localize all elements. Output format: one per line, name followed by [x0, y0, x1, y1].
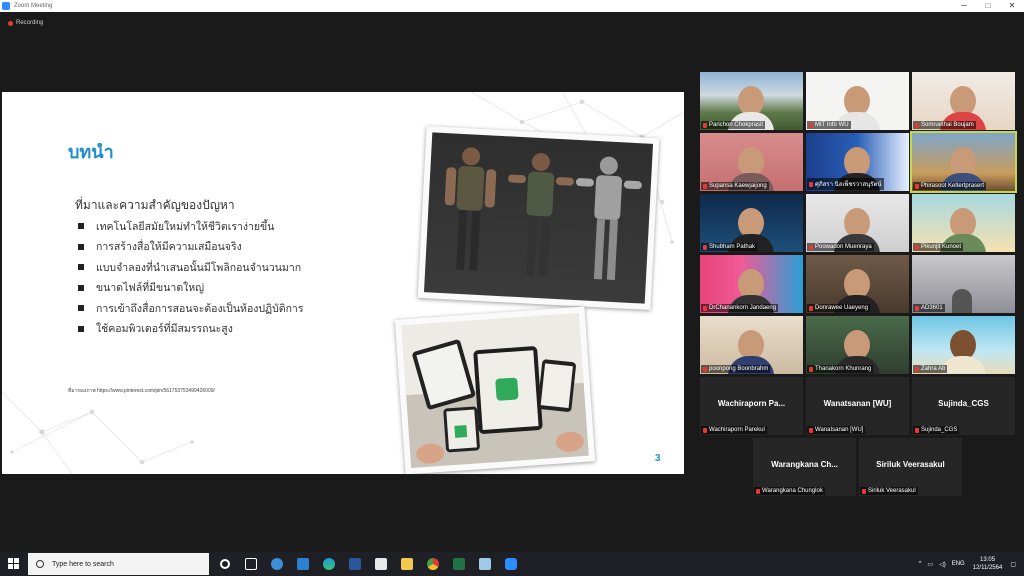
video-tile[interactable]: Parichon Chokprasit — [700, 72, 803, 130]
mic-muted-icon — [809, 181, 813, 187]
slide-subtitle: ที่มาและความสำคัญของปัญหา — [75, 198, 235, 212]
volume-icon[interactable]: ◁) — [939, 561, 946, 568]
video-tile[interactable]: Somruethai Boujam — [912, 72, 1015, 130]
clock-time: 13:05 — [980, 557, 996, 563]
list-item: ขนาดไฟล์ที่มีขนาดใหญ่ — [78, 278, 303, 299]
notification-icon[interactable]: ▢ — [1010, 561, 1016, 568]
video-tile[interactable]: poonpong Boonbrahm — [700, 316, 803, 374]
mic-muted-icon — [915, 305, 919, 311]
list-item: เทคโนโลยีสมัยใหม่ทำให้ชีวิตเราง่ายขึ้น — [78, 216, 303, 237]
window-titlebar: Zoom Meeting ─ □ ✕ — [0, 0, 1024, 12]
video-tile[interactable]: Pikunjit Kunoet — [912, 194, 1015, 252]
minimize-icon[interactable]: ─ — [952, 0, 976, 12]
ar-furniture-image — [394, 306, 596, 474]
list-item: ใช้คอมพิวเตอร์ที่มีสมรรถนะสูง — [78, 319, 303, 340]
mic-muted-icon — [915, 183, 919, 189]
mic-muted-icon — [703, 244, 707, 250]
mic-muted-icon — [703, 366, 707, 372]
video-tile[interactable]: DrChanankorn Jandaeng — [700, 255, 803, 313]
mic-muted-icon — [915, 122, 919, 128]
clock-date: 12/11/2564 — [972, 565, 1003, 571]
chrome-icon[interactable] — [420, 552, 446, 576]
mic-muted-icon — [862, 488, 866, 494]
cortana-icon[interactable] — [212, 552, 238, 576]
meeting-stage: Recording บทนำ ที่มาและความสำคัญของปัญหา… — [0, 12, 1024, 552]
mic-muted-icon — [703, 427, 707, 433]
bullet-icon — [78, 223, 84, 230]
video-tile[interactable]: MIT Info WU — [806, 72, 909, 130]
excel-icon[interactable] — [446, 552, 472, 576]
task-view-icon[interactable] — [238, 552, 264, 576]
list-item: การสร้างสื่อให้มีความเสมือนจริง — [78, 237, 303, 258]
close-icon[interactable]: ✕ — [1000, 0, 1024, 12]
chevron-up-icon[interactable]: ^ — [919, 561, 922, 567]
mic-muted-icon — [809, 244, 813, 250]
video-tile[interactable]: Supansa Kaewjaijong — [700, 133, 803, 191]
bullet-icon — [78, 284, 84, 291]
edge-icon[interactable] — [316, 552, 342, 576]
mail-icon[interactable] — [290, 552, 316, 576]
video-tile-active-speaker[interactable]: Phirasoot Keltertprasert — [910, 131, 1017, 193]
image-source: ที่มาของภาพ https://www.pinterest.com/pi… — [68, 388, 215, 394]
mic-muted-icon — [809, 305, 813, 311]
taskbar-clock[interactable]: 13:05 12/11/2564 — [973, 556, 1003, 572]
video-tile-no-video[interactable]: Warangkana Ch... Warangkana Chunglok — [753, 438, 856, 496]
system-tray: ^ ▭ ◁) ENG 13:05 12/11/2564 ▢ — [919, 552, 1016, 576]
character-models-image — [417, 126, 660, 310]
recording-icon — [8, 20, 13, 26]
mic-muted-icon — [915, 244, 919, 250]
video-tile[interactable]: AD3601 — [912, 255, 1015, 313]
zoom-logo-icon — [2, 2, 10, 10]
bullet-list: เทคโนโลยีสมัยใหม่ทำให้ชีวิตเราง่ายขึ้น ก… — [78, 216, 303, 339]
video-tile[interactable]: Zahra Ab — [912, 316, 1015, 374]
taskbar-apps — [212, 552, 524, 576]
recording-indicator[interactable]: Recording — [8, 20, 43, 26]
video-tile[interactable]: Poowadon Muenraya — [806, 194, 909, 252]
edge-legacy-icon[interactable] — [264, 552, 290, 576]
window-title: Zoom Meeting — [14, 3, 53, 9]
shared-slide: บทนำ ที่มาและความสำคัญของปัญหา เทคโนโลยี… — [2, 92, 684, 474]
language-indicator[interactable]: ENG — [952, 561, 965, 567]
window-controls: ─ □ ✕ — [952, 0, 1024, 12]
file-explorer-icon[interactable] — [394, 552, 420, 576]
bullet-icon — [78, 264, 84, 271]
notepad-icon[interactable] — [472, 552, 498, 576]
list-item: การเข้าถึงสื่อการสอนจะต้องเป็นห้องปฏิบัต… — [78, 298, 303, 319]
mic-muted-icon — [703, 305, 707, 311]
page-number: 3 — [655, 453, 661, 464]
bullet-icon — [78, 243, 84, 250]
mic-muted-icon — [703, 122, 707, 128]
mic-muted-icon — [809, 427, 813, 433]
windows-start-icon[interactable] — [8, 558, 20, 570]
mic-muted-icon — [703, 183, 707, 189]
mic-muted-icon — [809, 366, 813, 372]
search-icon — [36, 560, 44, 568]
bullet-icon — [78, 325, 84, 332]
taskbar-search-input[interactable]: Type here to search — [28, 553, 209, 575]
list-item: แบบจำลองที่นำเสนอนั้นมีโพลิกอนจำนวนมาก — [78, 257, 303, 278]
mic-muted-icon — [915, 366, 919, 372]
network-icon[interactable]: ▭ — [927, 561, 933, 568]
zoom-app-icon[interactable] — [498, 552, 524, 576]
windows-taskbar: Type here to search ^ ▭ ◁) ENG 13:05 12/… — [0, 552, 1024, 576]
bullet-icon — [78, 305, 84, 312]
video-tile-no-video[interactable]: Sujinda_CGS Sujinda_CGS — [912, 377, 1015, 435]
video-tile[interactable]: Thanakorn Khunrang — [806, 316, 909, 374]
word-icon[interactable] — [342, 552, 368, 576]
mic-muted-icon — [915, 427, 919, 433]
video-tile[interactable]: ศุภิสรา นิลเพ็ชรวาสนุรัตน์ — [806, 133, 909, 191]
recording-label: Recording — [16, 20, 44, 26]
video-tile-no-video[interactable]: Siriluk Veerasakul Siriluk Veerasakul — [859, 438, 962, 496]
video-tile[interactable]: Donrawee Uaeyeng — [806, 255, 909, 313]
video-tile[interactable]: Shubham Pathak — [700, 194, 803, 252]
video-tile-no-video[interactable]: Wachiraporn Pa... Wachiraporn Parekul — [700, 377, 803, 435]
maximize-icon[interactable]: □ — [976, 0, 1000, 12]
video-tile-no-video[interactable]: Wanatsanan [WU] Wanatsanan [WU] — [806, 377, 909, 435]
mic-muted-icon — [756, 488, 760, 494]
slide-title: บทนำ — [68, 142, 114, 163]
store-icon[interactable] — [368, 552, 394, 576]
mic-muted-icon — [809, 122, 813, 128]
